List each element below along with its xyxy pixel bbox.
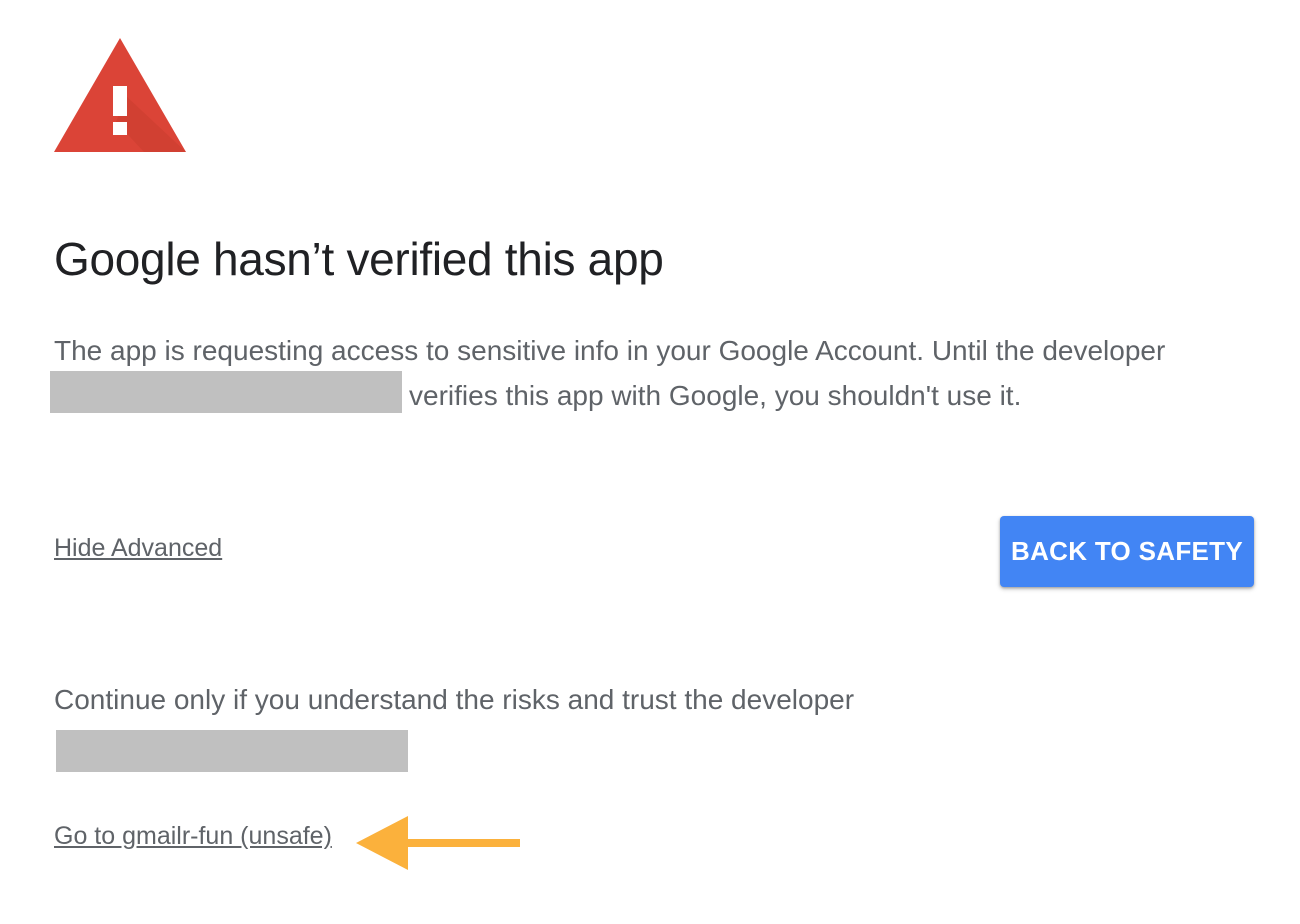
warning-message-line1: The app is requesting access to sensitiv… [54, 335, 1166, 366]
arrow-left-icon [356, 816, 520, 870]
redacted-developer-email [50, 371, 402, 413]
page-title: Google hasn’t verified this app [54, 233, 664, 285]
go-to-unsafe-app-link[interactable]: Go to gmailr-fun (unsafe) [54, 822, 332, 851]
back-to-safety-button[interactable]: BACK TO SAFETY [1000, 516, 1254, 587]
redacted-developer-email-2 [56, 730, 408, 772]
warning-triangle-icon [54, 38, 186, 152]
warning-message-line2: verifies this app with Google, you shoul… [409, 380, 1022, 411]
continue-warning-text: Continue only if you understand the risk… [54, 684, 855, 715]
hide-advanced-link[interactable]: Hide Advanced [54, 534, 222, 563]
